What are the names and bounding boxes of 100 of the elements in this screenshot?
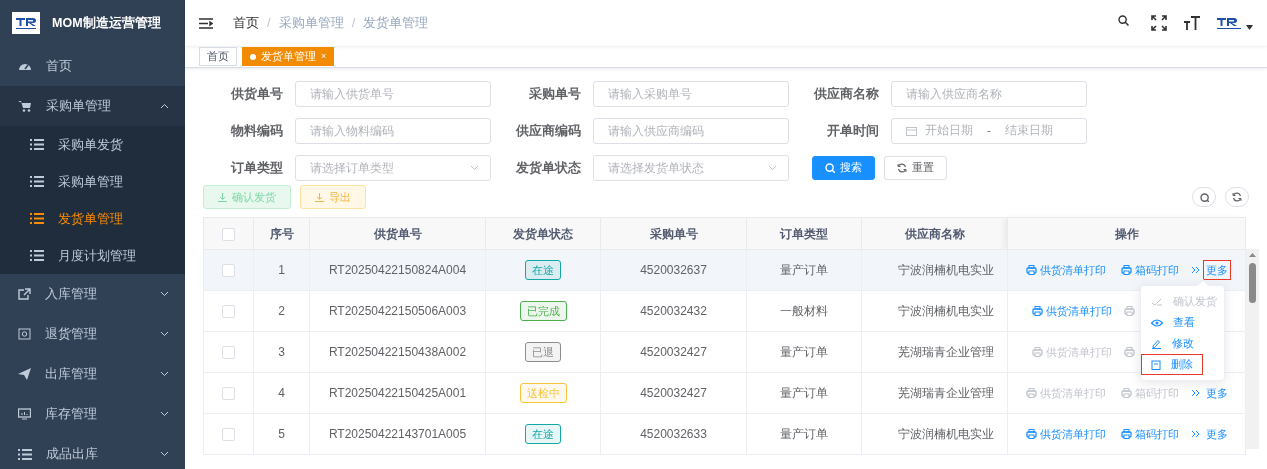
sidebar-item[interactable]: 首页 [0,46,185,86]
submenu-item[interactable]: 采购单发货 [0,126,185,163]
input-field[interactable]: 请输入物料编码 [295,117,491,144]
field-label: 采购单号 [528,84,582,103]
pencil-icon [1151,338,1162,349]
checkbox[interactable] [222,227,235,241]
close-icon[interactable]: × [321,49,327,64]
breadcrumb-item[interactable]: 采购单管理 [278,13,344,33]
field-label: 订单类型 [230,158,284,177]
more-link[interactable]: 更多 [1202,382,1231,404]
table-cell: RT20250422150824A004 [328,263,467,277]
input-field[interactable]: 请输入供应商名称 [891,80,1087,107]
table-cell: 宁波润楠机电实业 [898,304,994,318]
refresh-button[interactable] [1225,187,1249,207]
scrollbar[interactable] [1246,249,1259,449]
trash-icon [1151,359,1161,370]
font-size-icon[interactable] [1183,16,1200,30]
input-field[interactable]: 请输入供货单号 [295,80,491,107]
user-avatar[interactable] [1216,16,1253,30]
breadcrumb-separator: / [351,14,356,33]
checkbox[interactable] [222,387,235,401]
printer-icon [1120,388,1132,398]
date-range-field[interactable]: 开始日期 - 结束日期 [891,117,1087,144]
breadcrumb-item: 发货单管理 [363,14,429,33]
table-cell: 芜湖瑞青企业管理 [898,345,994,359]
submenu-item[interactable]: 月度计划管理 [0,237,185,274]
paper-plane-icon [18,368,31,380]
sidebar-item[interactable]: 成品出库 [0,434,185,469]
tab[interactable]: 首页 [199,47,237,66]
checkbox[interactable] [222,305,235,319]
sidebar-item[interactable]: 退货管理 [0,314,185,354]
tab[interactable]: 发货单管理 × [242,47,335,66]
refresh-icon [897,162,907,173]
search-button[interactable]: 搜索 [812,155,875,180]
table-cell: 4520032633 [640,427,707,441]
input-field[interactable]: 请输入供应商编码 [593,117,789,144]
column-header: 供应商名称 [904,226,965,241]
menu-icon[interactable] [199,17,213,29]
menu-item[interactable]: 修改 [1141,333,1204,354]
print-link[interactable]: 供货清单打印 [1022,259,1109,281]
more-link[interactable]: 更多 [1202,423,1231,445]
list-icon [30,250,44,261]
column-header: 序号 [269,226,294,241]
search-toggle-button[interactable] [1192,187,1216,207]
input-field[interactable]: 请输入采购单号 [593,80,789,107]
export-button[interactable]: 导出 [300,185,366,209]
fullscreen-icon[interactable] [1151,15,1167,31]
select-field[interactable]: 请选择订单类型 [295,154,491,181]
print-link[interactable]: 箱码打印 [1117,259,1182,281]
table-cell: RT20250422150425A001 [328,386,467,400]
logo-mark [1216,16,1242,30]
screen-icon [18,328,31,340]
checkbox[interactable] [222,264,235,278]
scrollbar-thumb[interactable] [1249,263,1256,303]
sidebar-item[interactable]: 库存管理 [0,394,185,434]
double-chevron-icon [1190,266,1200,274]
print-link[interactable]: 箱码打印 [1117,423,1182,445]
table-cell: 量产订单 [780,386,828,400]
external-link-icon [18,288,31,300]
field-label: 供应商编码 [514,121,582,140]
sidebar-item[interactable]: 采购单管理 [0,86,185,126]
submenu-item[interactable]: 发货单管理 [0,200,185,237]
menu-item[interactable]: 删除 [1141,354,1203,375]
select-field[interactable]: 请选择发货单状态 [593,154,789,181]
submenu-item[interactable]: 采购单管理 [0,163,185,200]
table-cell: RT20250422143701A005 [328,427,467,441]
field-label: 发货单状态 [515,158,582,177]
menu-item[interactable]: 查看 [1141,312,1205,333]
table-cell: 量产订单 [780,263,828,277]
calendar-icon [906,125,917,136]
breadcrumb-item[interactable]: 首页 [233,13,259,33]
more-link[interactable]: 更多 [1202,259,1231,281]
table-cell: 4520032432 [640,304,707,318]
status-tag: 已退 [525,342,561,362]
scroll-up-icon [1249,253,1256,257]
field-label: 供货单号 [229,84,284,103]
checkbox[interactable] [222,428,235,442]
search-icon [1199,192,1209,202]
print-link[interactable]: 供货清单打印 [1029,300,1115,322]
double-chevron-icon [1190,389,1200,397]
printer-icon [1025,388,1037,398]
table-cell: RT20250422150438A002 [328,345,467,359]
printer-icon [1120,429,1132,439]
sidebar-item[interactable]: 出库管理 [0,354,185,394]
refresh-icon [1232,192,1242,202]
table-cell: 量产订单 [780,345,828,359]
printer-icon [1025,429,1037,439]
field-label: 物料编码 [230,121,284,140]
table-cell: 4520032427 [640,386,707,400]
print-link[interactable]: 供货清单打印 [1022,423,1109,445]
checkbox[interactable] [222,346,235,360]
dashboard-icon [18,61,32,71]
search-icon [825,162,835,173]
date-placeholder[interactable]: 结束日期 [1004,121,1053,140]
date-placeholder[interactable]: 开始日期 [925,121,973,140]
table-cell: 宁波润楠机电实业 [898,427,994,441]
sidebar-item[interactable]: 入库管理 [0,274,185,314]
printer-icon [1032,306,1043,316]
reset-button[interactable]: 重置 [884,155,947,180]
list-icon [18,448,32,460]
